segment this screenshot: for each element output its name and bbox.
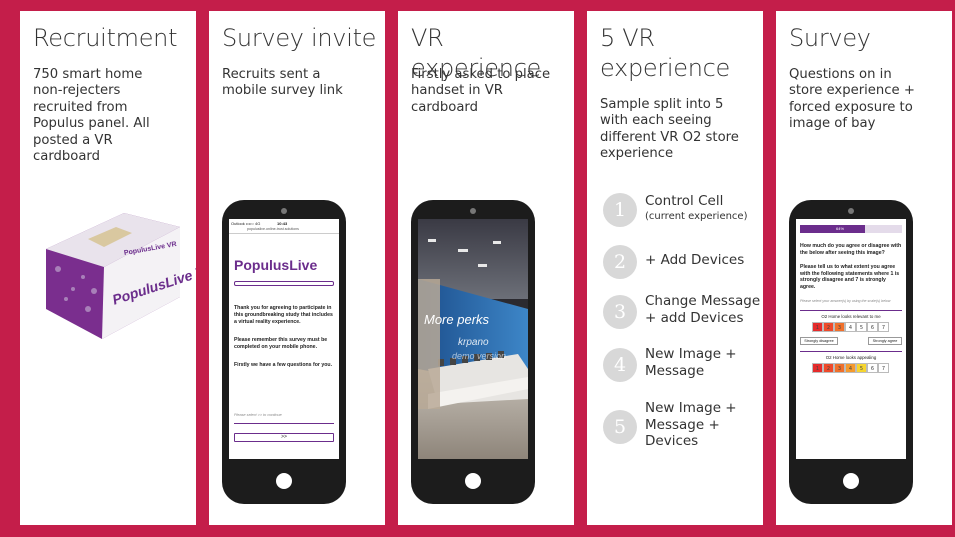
intro-text: Thank you for agreeing to participate in… xyxy=(234,305,333,325)
vr-cardboard-image: PopulusLive VR PopulusLive VR xyxy=(46,213,196,339)
panel-five-vr-experience: 5 VR experience Sample split into 5 with… xyxy=(587,11,763,525)
step-number-circle: 5 xyxy=(603,410,637,444)
step-label: New Image + Message xyxy=(645,346,737,379)
panel-survey-invite: Survey invite Recruits sent a mobile sur… xyxy=(209,11,385,525)
phone-survey: 64% How much do you agree or disagree wi… xyxy=(789,200,913,504)
scale-option-1[interactable]: 1 xyxy=(812,322,823,332)
scale-option-4[interactable]: 4 xyxy=(845,363,856,373)
status-bar-carrier: Outlook ••••○ 4G xyxy=(231,221,261,226)
step-number-circle: 3 xyxy=(603,295,637,329)
scale-option-6[interactable]: 6 xyxy=(867,322,878,332)
survey-instruction: Please tell us to what extent you agree … xyxy=(800,264,900,290)
home-button[interactable] xyxy=(843,473,859,489)
url-divider xyxy=(229,233,339,234)
phone-speaker xyxy=(848,208,854,214)
scale-option-7[interactable]: 7 xyxy=(878,363,889,373)
home-button[interactable] xyxy=(276,473,292,489)
scale-option-2[interactable]: 2 xyxy=(823,322,834,332)
step-number-circle: 2 xyxy=(603,245,637,279)
panel-description: Sample split into 5 with each seeing dif… xyxy=(600,97,739,162)
hint-divider xyxy=(234,423,334,424)
home-button[interactable] xyxy=(465,473,481,489)
scale-option-7[interactable]: 7 xyxy=(878,322,889,332)
scale-option-5[interactable]: 5 xyxy=(856,363,867,373)
step-sublabel: (current experience) xyxy=(645,211,748,222)
reminder-text: Please remember this survey must be comp… xyxy=(234,337,328,350)
panel-survey: Survey Questions on in store experience … xyxy=(776,11,952,525)
strongly-agree-label[interactable]: Strongly agree xyxy=(868,337,902,345)
scale-option-5[interactable]: 5 xyxy=(856,322,867,332)
diagram: Recruitment 750 smart home non-rejecters… xyxy=(0,0,955,537)
survey-progress-text: 64% xyxy=(836,226,845,231)
panel-title: 5 VR experience xyxy=(600,24,731,82)
vr-store-image: More perks krpano demo version xyxy=(418,219,528,459)
phone-screen: 64% How much do you agree or disagree wi… xyxy=(796,219,906,459)
panel-description: Questions on in store experience + force… xyxy=(789,67,915,132)
phone-survey-invite: Outlook ••••○ 4G 10:43 populuslive.onlin… xyxy=(222,200,346,504)
scale-option-3[interactable]: 3 xyxy=(834,363,845,373)
strongly-disagree-label[interactable]: Strongly disagree xyxy=(800,337,838,345)
step-label: Change Message + add Devices xyxy=(645,293,761,326)
phone-screen: More perks krpano demo version xyxy=(418,219,528,459)
phone-speaker xyxy=(281,208,287,214)
first-questions-text: Firstly we have a few questions for you. xyxy=(234,362,333,368)
status-bar-time: 10:43 xyxy=(277,221,288,226)
svg-text:krpano: krpano xyxy=(458,337,489,348)
panel-description: Firstly asked to place handset in VR car… xyxy=(411,67,551,115)
url-bar[interactable]: populuslive.online-trust.solutions xyxy=(247,227,299,231)
panel-title: Survey xyxy=(789,24,871,52)
scale-option-6[interactable]: 6 xyxy=(867,363,878,373)
continue-hint: Please select >> to continue xyxy=(234,413,282,417)
scale-1[interactable]: 1234567 xyxy=(812,322,889,332)
survey-hint: Please select your answer(s) by using th… xyxy=(800,299,891,303)
step-number-circle: 1 xyxy=(603,193,637,227)
scale-option-2[interactable]: 2 xyxy=(823,363,834,373)
panel-title: Recruitment xyxy=(33,24,178,52)
svg-text:demo version: demo version xyxy=(452,351,506,361)
step-label: Control Cell xyxy=(645,193,724,209)
scale-option-1[interactable]: 1 xyxy=(812,363,823,373)
svg-text:More perks: More perks xyxy=(424,312,490,327)
panel-description: Recruits sent a mobile survey link xyxy=(222,67,343,99)
progress-bar xyxy=(234,281,334,286)
scale-option-4[interactable]: 4 xyxy=(845,322,856,332)
panel-vr-experience: VR experience Firstly asked to place han… xyxy=(398,11,574,525)
step-number-circle: 4 xyxy=(603,348,637,382)
survey-divider xyxy=(800,351,902,352)
panel-title: Survey invite xyxy=(222,24,377,52)
panel-description: 750 smart home non-rejecters recruited f… xyxy=(33,67,150,165)
survey-question: How much do you agree or disagree with t… xyxy=(800,243,902,256)
survey-progress-fill xyxy=(800,225,866,233)
phone-screen: Outlook ••••○ 4G 10:43 populuslive.onlin… xyxy=(229,219,339,459)
phone-vr-experience: More perks krpano demo version xyxy=(411,200,535,504)
step-label: + Add Devices xyxy=(645,252,745,268)
populuslive-logo: PopulusLive xyxy=(234,257,318,273)
scale-option-3[interactable]: 3 xyxy=(834,322,845,332)
scale-2-label: O2 Home looks appealing xyxy=(825,355,877,360)
step-label: New Image + Message + Devices xyxy=(645,400,737,449)
continue-button[interactable]: >> xyxy=(234,433,334,442)
panel-recruitment: Recruitment 750 smart home non-rejecters… xyxy=(20,11,196,525)
scale-2[interactable]: 1234567 xyxy=(812,363,889,373)
scale-1-label: O2 Home looks relevant to me xyxy=(821,314,881,319)
phone-speaker xyxy=(470,208,476,214)
survey-divider xyxy=(800,310,902,311)
